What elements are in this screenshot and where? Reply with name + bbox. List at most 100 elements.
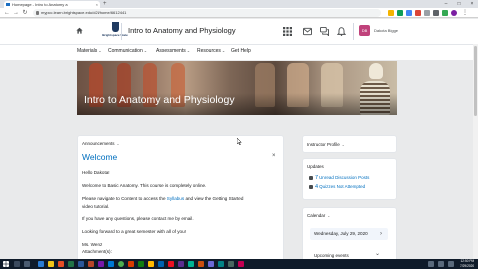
- avatar[interactable]: DB: [359, 25, 370, 36]
- url-text: mypcc.learn.brightspace.edu/d2l/home/661…: [41, 10, 127, 15]
- taskbar-app-icon[interactable]: [138, 261, 144, 267]
- page-scrollbar[interactable]: [473, 44, 478, 259]
- browser-menu-icon[interactable]: ⋮: [462, 10, 468, 16]
- skeleton-skull: [369, 63, 383, 79]
- extension-icon[interactable]: [424, 10, 430, 16]
- taskbar-app-icon[interactable]: [158, 261, 164, 267]
- taskbar-app-icon[interactable]: [58, 261, 64, 267]
- user-name[interactable]: Dakota Bigge: [374, 28, 398, 33]
- windows-start-icon[interactable]: [3, 261, 9, 267]
- calendar-heading-label: Calendar: [307, 213, 326, 218]
- reload-button[interactable]: ↻: [21, 9, 29, 17]
- volume-icon[interactable]: [448, 261, 454, 267]
- update-label: Quizzes Not Attempted: [319, 184, 366, 189]
- announcements-heading-label: Announcements: [82, 141, 115, 146]
- announcement-text: Looking forward to a great semester with…: [82, 229, 186, 234]
- chevron-down-icon: ⌄: [221, 48, 226, 53]
- taskbar-app-icon[interactable]: [48, 261, 54, 267]
- taskbar-app-icon[interactable]: [198, 261, 204, 267]
- nav-item-communication[interactable]: Communication⌄: [108, 48, 147, 54]
- lock-icon: [36, 11, 39, 15]
- forward-button[interactable]: →: [12, 9, 20, 17]
- course-title[interactable]: Intro to Anatomy and Physiology: [128, 26, 236, 35]
- instructor-profile-heading[interactable]: Instructor Profile ⌄: [307, 142, 345, 147]
- tab-close-icon[interactable]: ×: [96, 1, 98, 8]
- network-icon[interactable]: [438, 261, 444, 267]
- announcements-heading[interactable]: Announcements ⌄: [82, 141, 119, 146]
- discussion-icon: [309, 175, 313, 180]
- system-tray-icon[interactable]: [428, 261, 434, 267]
- nav-item-get-help[interactable]: Get Help: [231, 48, 251, 54]
- extension-icon[interactable]: [442, 10, 448, 16]
- scrollbar-thumb[interactable]: [474, 46, 477, 116]
- upcoming-events-label[interactable]: Upcoming events: [314, 253, 349, 258]
- chat-icon[interactable]: [320, 27, 329, 36]
- back-button[interactable]: ←: [3, 9, 11, 17]
- minimize-button[interactable]: –: [440, 0, 452, 8]
- taskbar-app-icon[interactable]: [68, 261, 74, 267]
- mouse-cursor-icon: [237, 138, 242, 145]
- chevron-down-icon: ⌄: [143, 48, 148, 53]
- update-item-quizzes[interactable]: 4Quizzes Not Attempted: [309, 184, 365, 190]
- taskbar-app-icon[interactable]: [208, 261, 214, 267]
- url-input[interactable]: mypcc.learn.brightspace.edu/d2l/home/661…: [33, 9, 381, 17]
- taskbar-app-icon[interactable]: [218, 261, 224, 267]
- mail-icon[interactable]: [303, 27, 312, 36]
- taskbar-app-icon[interactable]: [188, 261, 194, 267]
- profile-avatar-icon[interactable]: [451, 10, 457, 16]
- chevron-down-icon: ⌄: [98, 48, 102, 53]
- calendar-date-selector[interactable]: Wednesday, July 29, 2020 ›: [310, 228, 388, 240]
- chevron-down-icon: ⌄: [327, 214, 331, 218]
- update-item-discussions[interactable]: 7Unread Discussion Posts: [309, 175, 369, 181]
- course-navbar: Materials⌄ Communication⌄ Assessments⌄ R…: [0, 44, 478, 60]
- nav-item-label: Resources: [197, 48, 221, 54]
- logo-emblem-icon: [111, 22, 119, 32]
- home-icon[interactable]: [76, 27, 83, 34]
- nav-item-assessments[interactable]: Assessments⌄: [156, 48, 190, 54]
- extension-icon[interactable]: [397, 10, 403, 16]
- task-view-icon[interactable]: [24, 261, 30, 267]
- chevron-down-icon[interactable]: ⌄: [375, 250, 380, 257]
- taskbar-app-icon[interactable]: [178, 261, 184, 267]
- extension-icon[interactable]: [406, 10, 412, 16]
- nav-item-resources[interactable]: Resources⌄: [197, 48, 225, 54]
- taskbar-app-icon[interactable]: [98, 261, 104, 267]
- calendar-date: Wednesday, July 29, 2020: [314, 231, 368, 236]
- announcement-title[interactable]: Welcome: [82, 152, 117, 162]
- taskbar-app-icon[interactable]: [228, 261, 234, 267]
- taskbar-app-icon[interactable]: [238, 261, 244, 267]
- extension-icon[interactable]: [433, 10, 439, 16]
- nav-item-label: Materials: [77, 48, 98, 54]
- chrome-taskbar-icon[interactable]: [118, 261, 124, 267]
- new-tab-button[interactable]: +: [103, 0, 107, 8]
- search-icon[interactable]: [14, 261, 20, 267]
- taskbar-app-icon[interactable]: [168, 261, 174, 267]
- taskbar-app-icon[interactable]: [128, 261, 134, 267]
- bell-icon[interactable]: [337, 27, 346, 36]
- clock-time: 12:50 PM: [460, 259, 475, 263]
- update-label: Unread Discussion Posts: [319, 175, 370, 180]
- extension-icon[interactable]: [415, 10, 421, 16]
- taskbar-app-icon[interactable]: [78, 261, 84, 267]
- nav-item-materials[interactable]: Materials⌄: [77, 48, 102, 54]
- taskbar-app-icon[interactable]: [148, 261, 154, 267]
- taskbar-app-icon[interactable]: [88, 261, 94, 267]
- browser-tab[interactable]: Homepage - Intro to Anatomy a ×: [4, 1, 100, 8]
- taskbar-app-icon[interactable]: [38, 261, 44, 267]
- dismiss-announcement-icon[interactable]: ×: [272, 153, 276, 159]
- announcement-greeting: Hello Dakota!: [82, 170, 110, 175]
- update-count: 4: [315, 184, 319, 190]
- syllabus-link[interactable]: Syllabus: [167, 196, 184, 201]
- announcement-signature: Ms. Wenz: [82, 242, 103, 247]
- clock[interactable]: 12:50 PM 7/29/2020: [460, 259, 474, 269]
- calendar-heading[interactable]: Calendar ⌄: [307, 213, 330, 218]
- taskbar-app-icon[interactable]: [108, 261, 114, 267]
- chevron-down-icon: ⌄: [186, 48, 191, 53]
- course-selector-icon[interactable]: [283, 27, 292, 36]
- browser-tab-bar: Homepage - Intro to Anatomy a × + – □ ×: [0, 0, 478, 8]
- update-count: 7: [315, 175, 319, 181]
- extension-icon[interactable]: [388, 10, 394, 16]
- chevron-right-icon[interactable]: ›: [380, 228, 382, 240]
- close-window-button[interactable]: ×: [466, 0, 478, 8]
- maximize-button[interactable]: □: [453, 0, 465, 8]
